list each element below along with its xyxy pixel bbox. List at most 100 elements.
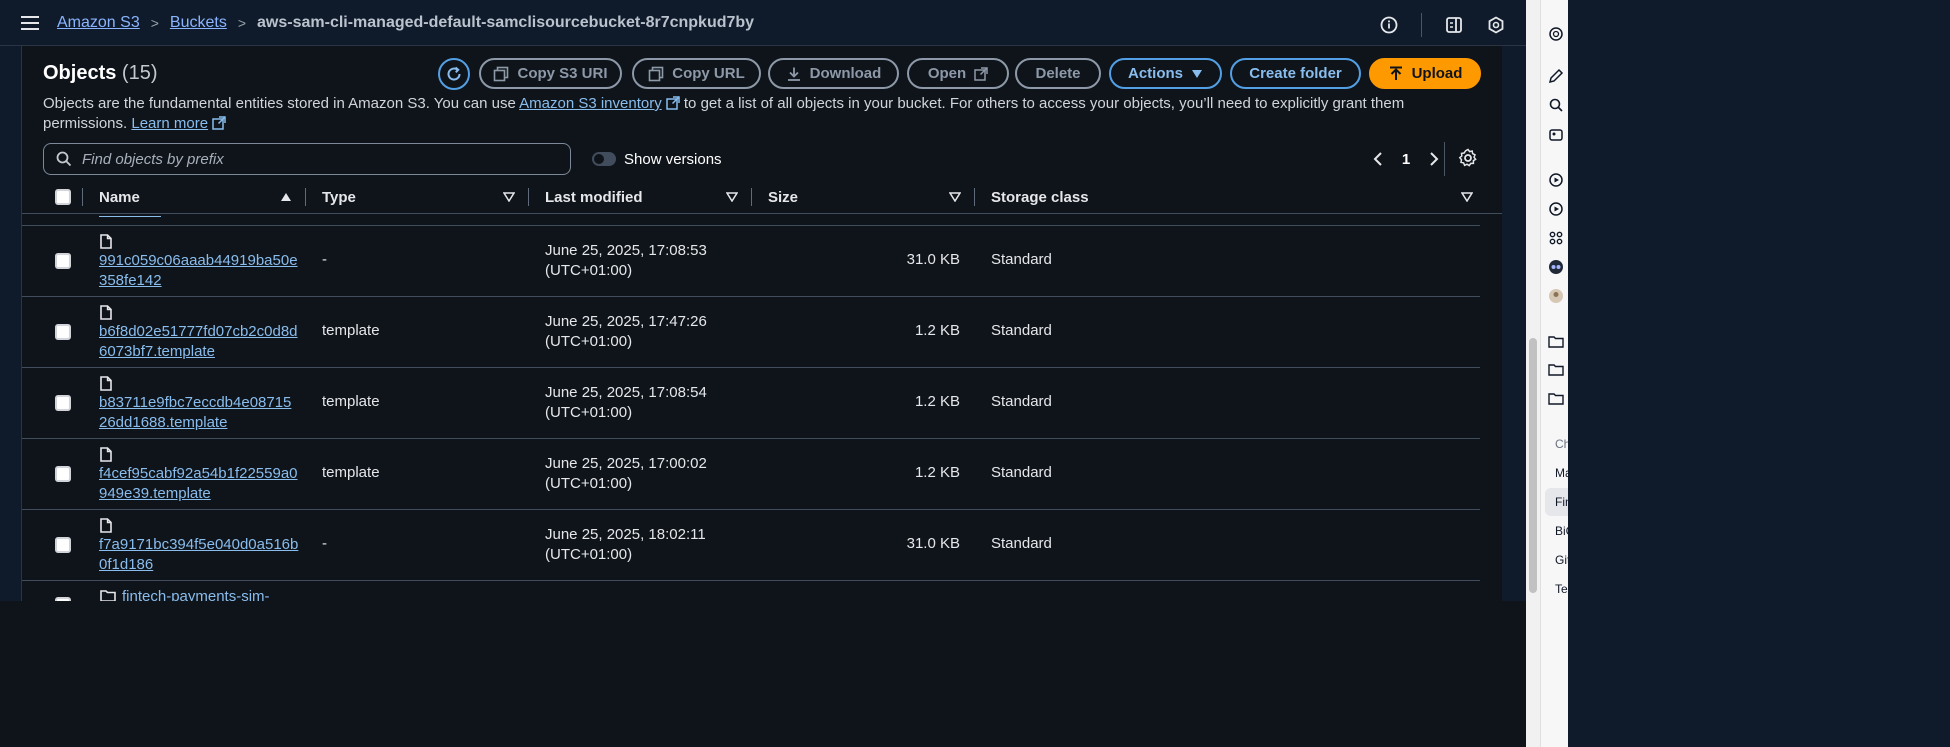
apps-grid-icon[interactable] [1548,230,1564,246]
vertical-scrollbar[interactable] [1526,0,1540,747]
hexagon-settings-icon[interactable] [1486,15,1506,35]
breadcrumb-amazon-s3[interactable]: Amazon S3 [57,14,140,32]
menu-icon[interactable] [21,15,39,30]
edit-icon[interactable] [1548,68,1564,84]
create-folder-button[interactable]: Create folder [1230,58,1361,89]
column-header-type[interactable]: Type [322,180,356,214]
file-icon [100,376,112,391]
side-rail-item[interactable]: Git [1555,553,1568,567]
object-storage-class: Standard [991,464,1052,481]
download-icon [787,67,800,81]
download-button[interactable]: Download [768,58,899,89]
row-checkbox[interactable] [55,253,71,269]
delete-button[interactable]: Delete [1015,58,1101,89]
object-last-modified: June 25, 2025, 17:08:54 (UTC+01:00) [545,384,707,421]
chatgpt-icon[interactable] [1548,26,1564,42]
divider [1444,142,1445,176]
folder-icon[interactable] [1548,362,1564,378]
column-divider [528,188,529,206]
row-checkbox[interactable] [55,466,71,482]
chevron-right-icon [1430,152,1439,166]
browser-side-rail: Ch Ma Fin BiG Git Ter [1540,0,1568,747]
select-all-checkbox[interactable] [55,189,71,205]
topnav-icon-group [1379,13,1506,37]
sort-toggle-icon[interactable] [726,192,738,202]
object-storage-class: Standard [991,535,1052,552]
column-divider [305,188,306,206]
row-checkbox[interactable] [55,324,71,340]
object-type: template [322,464,380,481]
object-name-link[interactable]: f4cef95cabf92a54b1f22559a0949e39.templat… [99,464,299,504]
actions-label: Actions [1127,65,1183,82]
object-size: 1.2 KB [914,464,960,481]
open-label: Open [927,65,967,82]
column-divider [974,188,975,206]
sort-ascending-icon[interactable] [280,192,292,202]
folder-icon[interactable] [1548,391,1564,407]
side-rail-item[interactable]: Ter [1555,582,1568,596]
object-last-modified: June 25, 2025, 17:00:02 (UTC+01:00) [545,455,707,492]
actions-dropdown-button[interactable]: Actions [1109,58,1222,89]
delete-label: Delete [1035,65,1081,82]
row-checkbox[interactable] [55,537,71,553]
play-icon[interactable] [1548,201,1564,217]
user-avatar-icon[interactable] [1548,288,1564,304]
object-name-link[interactable]: f7a9171bc394f5e040d0a516b0f1d186 [99,535,299,575]
learn-more-link[interactable]: Learn more [131,115,226,132]
search-icon[interactable] [1548,97,1564,113]
search-field[interactable] [43,143,571,175]
column-header-storage-class[interactable]: Storage class [991,180,1089,214]
page-bottom [0,601,1526,747]
column-header-size[interactable]: Size [768,180,798,214]
object-name-link[interactable]: b6f8d02e51777fd07cb2c0d8d6073bf7.templat… [99,322,299,362]
new-folder-icon[interactable] [1548,334,1564,350]
column-header-name[interactable]: Name [99,180,140,214]
create-folder-label: Create folder [1249,65,1342,82]
top-navigation: Amazon S3 > Buckets > aws-sam-cli-manage… [0,0,1526,46]
object-storage-class: Standard [991,322,1052,339]
extension-avatar-icon[interactable] [1548,259,1564,275]
side-rail-item[interactable]: Fin [1555,495,1568,509]
show-versions-toggle[interactable] [592,152,616,166]
page-title: Objects (15) [43,62,158,85]
upload-button[interactable]: Upload [1369,58,1481,89]
gear-icon [1458,148,1477,167]
copy-url-label: Copy URL [672,65,745,82]
download-label: Download [809,65,882,82]
scrollbar-thumb[interactable] [1529,338,1537,593]
sort-toggle-icon[interactable] [1461,192,1473,202]
search-input[interactable] [82,150,552,168]
object-size: 1.2 KB [914,322,960,339]
refresh-button[interactable] [438,58,470,90]
object-size: 1.2 KB [914,393,960,410]
column-header-last-modified[interactable]: Last modified [545,180,643,214]
upload-label: Upload [1411,65,1463,82]
side-panel-icon[interactable] [1444,15,1464,35]
object-storage-class: Standard [991,251,1052,268]
open-button[interactable]: Open [907,58,1009,89]
object-name-link[interactable]: 991c059c06aaab44919ba50e358fe142 [99,251,299,291]
copy-s3-uri-button[interactable]: Copy S3 URI [479,58,622,89]
image-gallery-icon[interactable] [1548,127,1564,143]
sort-toggle-icon[interactable] [503,192,515,202]
table-preferences-button[interactable] [1458,148,1478,168]
side-rail-item[interactable]: Ma [1555,466,1568,480]
copy-url-button[interactable]: Copy URL [632,58,761,89]
row-checkbox[interactable] [55,395,71,411]
info-icon[interactable] [1379,15,1399,35]
table-row: f7a9171bc394f5e040d0a516b0f1d186 - June … [22,510,1480,581]
video-icon[interactable] [1548,172,1564,188]
s3-inventory-link[interactable]: Amazon S3 inventory [519,95,680,112]
external-link-icon [212,116,226,130]
search-icon [56,151,72,167]
current-page-number[interactable]: 1 [1392,151,1420,168]
sort-toggle-icon[interactable] [949,192,961,202]
object-name-link[interactable]: b83711e9fbc7eccdb4e0871526dd1688.templat… [99,393,299,433]
object-type: - [322,251,327,268]
pagination: 1 [1364,149,1448,169]
previous-page-button[interactable] [1364,149,1392,169]
breadcrumb-buckets[interactable]: Buckets [170,14,227,32]
side-rail-item[interactable]: BiG [1555,524,1568,538]
copy-s3-uri-label: Copy S3 URI [517,65,608,82]
object-type: template [322,393,380,410]
